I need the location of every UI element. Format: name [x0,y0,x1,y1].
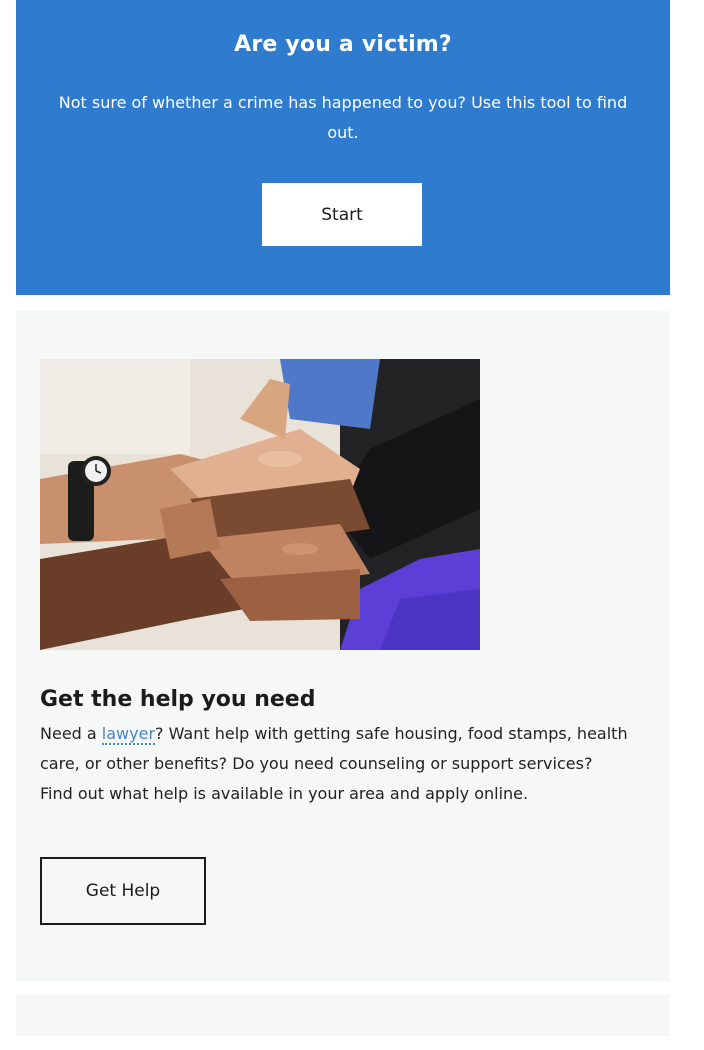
stacked-hands-image [40,359,480,650]
victim-description: Not sure of whether a crime has happened… [58,93,628,142]
victim-title: Are you a victim? [234,32,452,57]
lawyer-link[interactable]: lawyer [101,724,156,745]
start-button[interactable]: Start [262,183,422,246]
victim-card: Are you a victim? Not sure of whether a … [16,0,670,295]
help-card: Get the help you need Need a lawyer? Wan… [16,311,670,981]
help-title: Get the help you need [40,687,316,712]
next-card [16,995,670,1036]
help-text-lead: Need a [40,724,102,743]
get-help-button[interactable]: Get Help [40,857,206,925]
help-description: Need a lawyer? Want help with getting sa… [40,719,630,809]
